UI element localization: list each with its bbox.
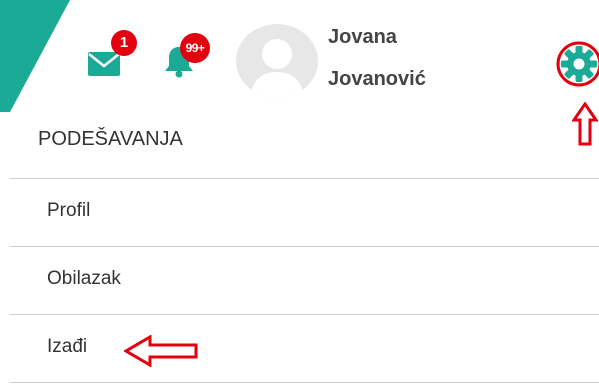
user-avatar[interactable] bbox=[236, 24, 318, 98]
menu-item-label: Profil bbox=[47, 200, 91, 221]
arrow-up-outline-icon bbox=[572, 102, 598, 146]
menu-item-label: Izađi bbox=[47, 336, 88, 357]
user-avatar-icon bbox=[250, 39, 304, 98]
envelope-icon bbox=[88, 52, 120, 76]
menu-item-profil[interactable]: Profil bbox=[10, 179, 599, 245]
user-first-name: Jovana bbox=[328, 26, 397, 48]
menu-item-obilazak[interactable]: Obilazak bbox=[10, 247, 599, 313]
settings-button[interactable] bbox=[555, 40, 599, 93]
user-last-name: Jovanović bbox=[328, 68, 426, 90]
menu-item-label: Obilazak bbox=[47, 268, 121, 289]
messages-count-badge: 1 bbox=[111, 30, 137, 56]
menu-divider bbox=[10, 382, 599, 383]
settings-menu-title: PODEŠAVANJA bbox=[38, 128, 183, 150]
user-name[interactable]: Jovana Jovanović bbox=[328, 16, 426, 100]
gear-icon bbox=[556, 41, 599, 87]
menu-item-izadji[interactable]: Izađi bbox=[10, 315, 599, 381]
brand-corner-shape bbox=[0, 0, 70, 112]
notifications-count-badge: 99+ bbox=[180, 33, 210, 63]
arrow-left-outline-icon bbox=[124, 335, 198, 367]
messages-button[interactable] bbox=[88, 50, 138, 80]
